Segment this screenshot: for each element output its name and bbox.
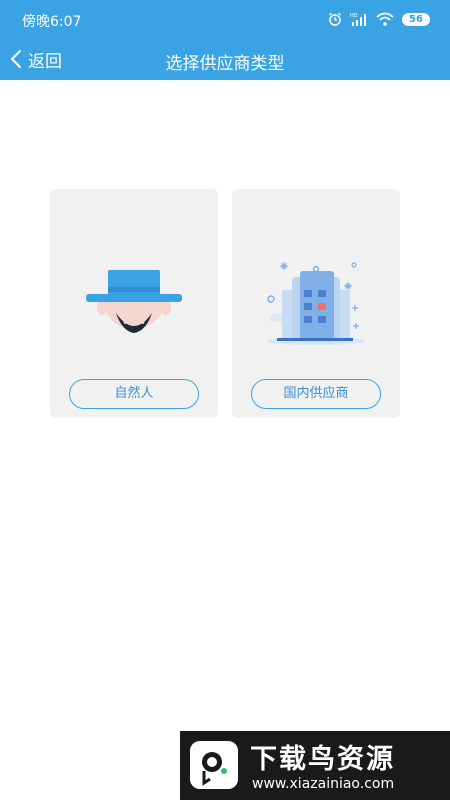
watermark-title: 下载鸟资源 bbox=[250, 744, 395, 775]
domestic-supplier-button[interactable]: 国内供应商 bbox=[251, 379, 381, 409]
battery-icon: 56 bbox=[402, 12, 430, 26]
hd-signal-icon: HD bbox=[350, 13, 366, 26]
alarm-icon bbox=[329, 12, 341, 26]
card-domestic-supplier[interactable]: 国内供应商 bbox=[232, 189, 400, 418]
app-header: 傍晚6:07 HD 56 返回 选择供应商类型 bbox=[0, 0, 450, 80]
status-bar: 傍晚6:07 HD 56 bbox=[0, 0, 450, 38]
page-title: 选择供应商类型 bbox=[165, 54, 285, 74]
svg-text:HD: HD bbox=[350, 13, 358, 19]
nav-bar: 返回 选择供应商类型 bbox=[0, 38, 450, 80]
card-natural-person[interactable]: 自然人 bbox=[50, 189, 218, 418]
wifi-icon bbox=[376, 12, 394, 26]
watermark-url: www.xiazainiao.com bbox=[252, 776, 395, 792]
status-time: 傍晚6:07 bbox=[22, 14, 82, 30]
person-hat-icon bbox=[86, 270, 182, 346]
natural-person-button[interactable]: 自然人 bbox=[69, 379, 199, 409]
watermark-banner: 下载鸟资源 www.xiazainiao.com bbox=[180, 731, 450, 800]
building-icon bbox=[266, 262, 366, 345]
bird-logo-icon bbox=[190, 741, 238, 789]
status-icons: HD 56 bbox=[328, 10, 430, 28]
